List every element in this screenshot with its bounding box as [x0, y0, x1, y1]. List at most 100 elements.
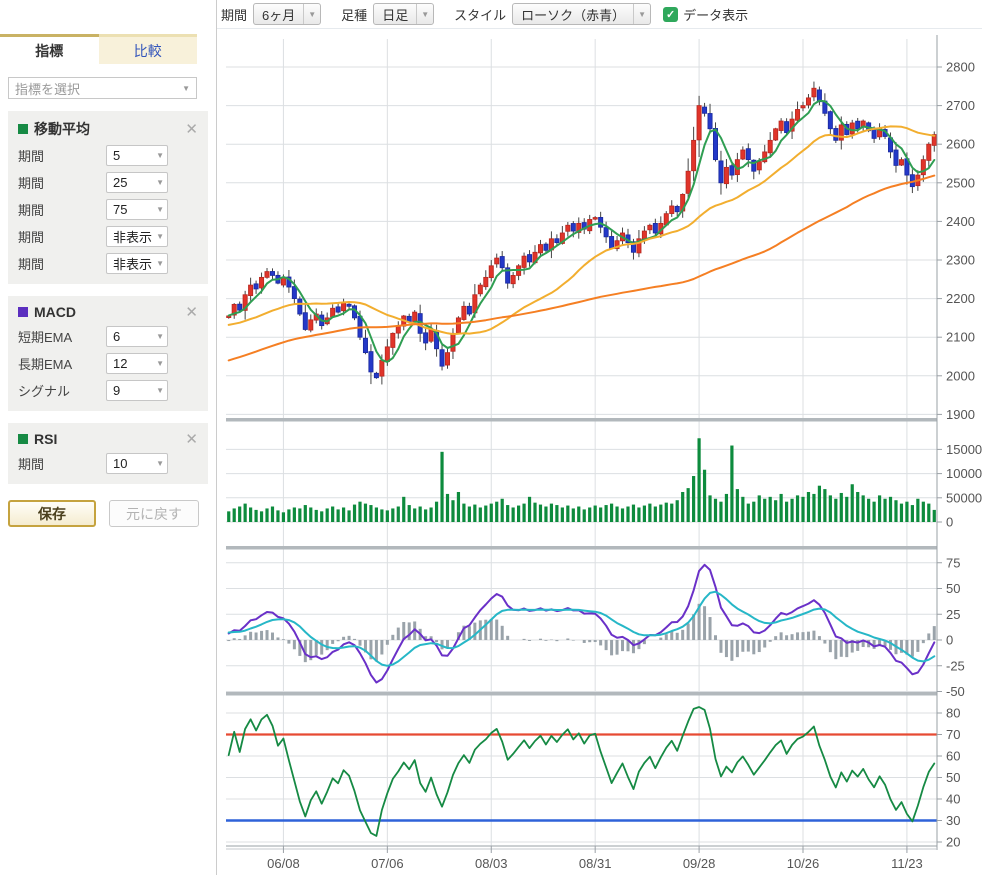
param-select[interactable]: 6▼ — [106, 326, 168, 347]
svg-text:2500: 2500 — [946, 175, 975, 190]
svg-text:25: 25 — [946, 607, 960, 622]
param-label: 期間 — [18, 454, 106, 473]
chevron-down-icon: ▼ — [156, 386, 164, 395]
svg-text:70: 70 — [946, 727, 960, 742]
indicator-color-swatch — [18, 434, 28, 444]
period-label: 期間 — [221, 5, 247, 24]
param-value: 5 — [113, 148, 120, 163]
svg-text:-50: -50 — [946, 684, 965, 699]
param-value: 非表示 — [113, 227, 152, 246]
svg-text:2300: 2300 — [946, 253, 975, 268]
svg-text:80: 80 — [946, 706, 960, 721]
stock-chart-app: 指標 比較 指標を選択 ▼ 移動平均✕期間5▼期間25▼期間75▼期間非表示▼期… — [0, 0, 983, 875]
chevron-down-icon: ▼ — [156, 178, 164, 187]
close-icon[interactable]: ✕ — [185, 122, 198, 137]
indicator-select-dropdown[interactable]: 指標を選択 ▼ — [8, 77, 197, 99]
svg-text:08/03: 08/03 — [475, 856, 508, 871]
param-select[interactable]: 10 ▼ — [106, 453, 168, 474]
param-select[interactable]: 非表示 ▼ — [106, 226, 168, 247]
svg-text:2800: 2800 — [946, 60, 975, 75]
svg-text:0: 0 — [946, 633, 953, 648]
reset-button[interactable]: 元に戻す — [109, 500, 199, 527]
param-value: 10 — [113, 456, 127, 471]
svg-text:100000: 100000 — [946, 466, 982, 481]
param-select[interactable]: 非表示▼ — [106, 253, 168, 274]
svg-text:07/06: 07/06 — [371, 856, 404, 871]
param-value: 9 — [113, 383, 120, 398]
param-value: 25 — [113, 175, 127, 190]
indicator-section: MACD✕短期EMA6▼長期EMA12▼シグナル9▼ — [8, 296, 208, 411]
period-dropdown[interactable]: 6ヶ月 ▼ — [253, 3, 321, 25]
indicator-sidebar: 指標 比較 指標を選択 ▼ 移動平均✕期間5▼期間25▼期間75▼期間非表示▼期… — [0, 0, 217, 875]
chevron-down-icon: ▼ — [156, 459, 164, 468]
chevron-down-icon: ▼ — [416, 4, 433, 24]
bar-type-dropdown[interactable]: 日足 ▼ — [373, 3, 434, 25]
tab-indicators[interactable]: 指標 — [0, 34, 99, 64]
chevron-down-icon: ▼ — [156, 232, 164, 241]
chevron-down-icon: ▼ — [633, 4, 650, 24]
chart-area: 期間 6ヶ月 ▼ 足種 日足 ▼ スタイル ローソク（赤青） ▼ ✓ データ表示… — [217, 0, 982, 875]
param-label: 期間 — [18, 200, 106, 219]
chart-canvas[interactable]: 2800270026002500240023002200210020001900… — [217, 29, 982, 875]
indicator-select-placeholder: 指標を選択 — [15, 79, 80, 98]
svg-text:50000: 50000 — [946, 490, 982, 505]
svg-text:60: 60 — [946, 749, 960, 764]
tab-compare[interactable]: 比較 — [99, 34, 198, 64]
svg-text:09/28: 09/28 — [683, 856, 716, 871]
param-select[interactable]: 75 ▼ — [106, 199, 168, 220]
indicator-name: 移動平均 — [34, 119, 90, 139]
param-label: 長期EMA — [18, 354, 106, 373]
save-button[interactable]: 保存 — [8, 500, 96, 527]
svg-text:2000: 2000 — [946, 368, 975, 383]
svg-text:2100: 2100 — [946, 330, 975, 345]
svg-text:0: 0 — [946, 515, 953, 530]
chevron-down-icon: ▼ — [156, 205, 164, 214]
svg-text:2400: 2400 — [946, 214, 975, 229]
indicator-param-row: 期間 75 ▼ — [18, 199, 198, 220]
indicator-param-row: 期間非表示▼ — [18, 253, 198, 274]
param-label: シグナル — [18, 381, 106, 400]
svg-text:06/08: 06/08 — [267, 856, 300, 871]
indicator-color-swatch — [18, 124, 28, 134]
bar-type-value: 日足 — [374, 5, 416, 24]
indicator-name: RSI — [34, 431, 57, 447]
chevron-down-icon: ▼ — [156, 332, 164, 341]
svg-text:20: 20 — [946, 835, 960, 850]
indicator-section: 移動平均✕期間5▼期間25▼期間75▼期間非表示▼期間非表示▼ — [8, 111, 208, 284]
param-select[interactable]: 12 ▼ — [106, 353, 168, 374]
svg-text:08/31: 08/31 — [579, 856, 612, 871]
param-select[interactable]: 9▼ — [106, 380, 168, 401]
indicator-sections: 移動平均✕期間5▼期間25▼期間75▼期間非表示▼期間非表示▼MACD✕短期EM… — [0, 111, 216, 484]
svg-text:2200: 2200 — [946, 291, 975, 306]
param-value: 12 — [113, 356, 127, 371]
style-label: スタイル — [454, 5, 506, 24]
svg-text:2600: 2600 — [946, 137, 975, 152]
chart-toolbar: 期間 6ヶ月 ▼ 足種 日足 ▼ スタイル ローソク（赤青） ▼ ✓ データ表示 — [217, 0, 982, 29]
chevron-down-icon: ▼ — [156, 359, 164, 368]
param-value: 75 — [113, 202, 127, 217]
data-display-label: データ表示 — [683, 5, 748, 24]
indicator-section: RSI ✕ 期間 10 ▼ — [8, 423, 208, 484]
style-dropdown[interactable]: ローソク（赤青） ▼ — [512, 3, 651, 25]
svg-text:2700: 2700 — [946, 98, 975, 113]
svg-text:10/26: 10/26 — [787, 856, 820, 871]
param-select[interactable]: 25 ▼ — [106, 172, 168, 193]
param-value: 6 — [113, 329, 120, 344]
close-icon[interactable]: ✕ — [185, 432, 198, 447]
indicator-param-row: シグナル9▼ — [18, 380, 198, 401]
indicator-param-row: 期間非表示▼ — [18, 226, 198, 247]
svg-text:40: 40 — [946, 792, 960, 807]
svg-text:30: 30 — [946, 813, 960, 828]
svg-text:1900: 1900 — [946, 407, 975, 422]
bar-type-label: 足種 — [341, 5, 367, 24]
svg-text:150000: 150000 — [946, 442, 982, 457]
param-label: 期間 — [18, 146, 106, 165]
indicator-param-row: 短期EMA6▼ — [18, 326, 198, 347]
data-display-checkbox[interactable]: ✓ — [663, 7, 678, 22]
param-value: 非表示 — [113, 254, 152, 273]
sidebar-buttons: 保存 元に戻す — [8, 500, 208, 527]
close-icon[interactable]: ✕ — [185, 305, 198, 320]
svg-text:50: 50 — [946, 581, 960, 596]
param-select[interactable]: 5▼ — [106, 145, 168, 166]
param-label: 期間 — [18, 254, 106, 273]
